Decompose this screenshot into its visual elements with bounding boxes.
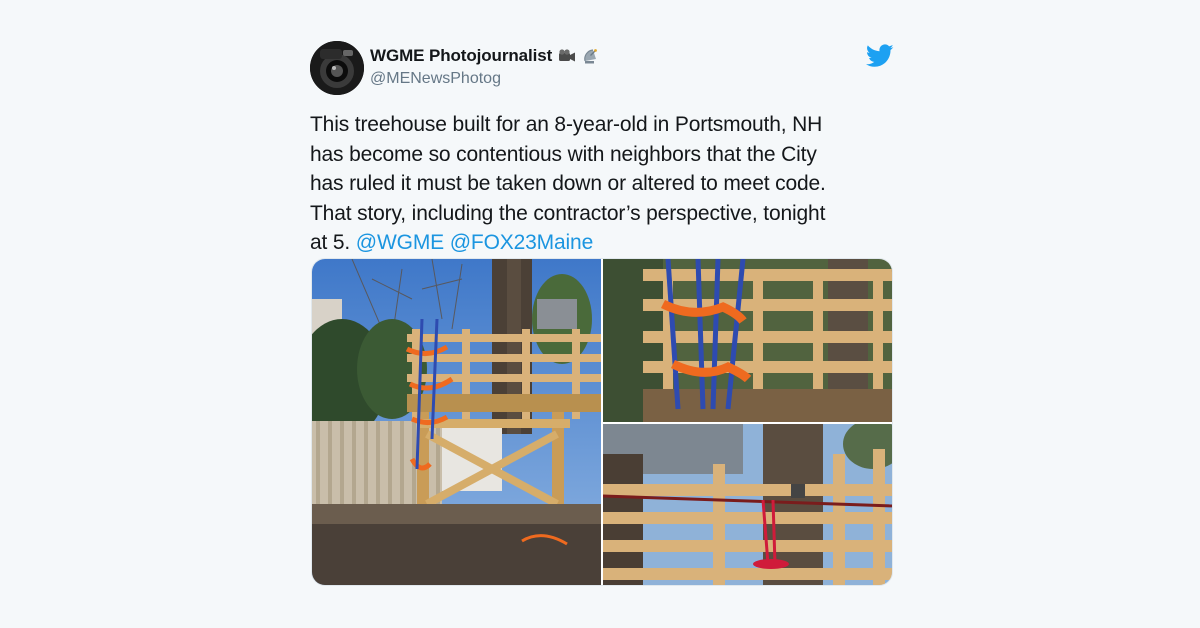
tweet-text-line: has ruled it must be taken down or alter… xyxy=(310,172,826,195)
tweet-text-line: This treehouse built for an 8-year-old i… xyxy=(310,113,823,136)
avatar[interactable] xyxy=(310,41,364,95)
video-camera-icon xyxy=(558,47,576,65)
tweet-text-line-last: at 5. @WGME @FOX23Maine xyxy=(310,228,900,258)
tweet-text-line: That story, including the contractor’s p… xyxy=(310,201,826,225)
tweet-card: WGME Photojournalist @MENewsPhotog This … xyxy=(0,0,1200,628)
tweet-text-fragment: at 5. xyxy=(310,231,356,254)
tweet-text: This treehouse built for an 8-year-old i… xyxy=(310,110,900,258)
treehouse-railing-closeup-photo[interactable] xyxy=(603,259,892,422)
mention-link-fox23maine[interactable]: @FOX23Maine xyxy=(450,231,594,254)
tweet-media-grid xyxy=(311,258,893,586)
mention-link-wgme[interactable]: @WGME xyxy=(356,231,444,254)
author-handle[interactable]: @MENewsPhotog xyxy=(370,70,501,88)
treehouse-zipline-photo[interactable] xyxy=(603,424,892,585)
author-name-row[interactable]: WGME Photojournalist xyxy=(370,45,600,67)
tweet-text-line: has become so contentious with neighbors… xyxy=(310,142,817,166)
satellite-dish-icon xyxy=(582,47,600,65)
twitter-bird-icon[interactable] xyxy=(865,44,894,68)
author-display-name[interactable]: WGME Photojournalist xyxy=(370,46,552,66)
treehouse-photo-wide[interactable] xyxy=(312,259,601,585)
